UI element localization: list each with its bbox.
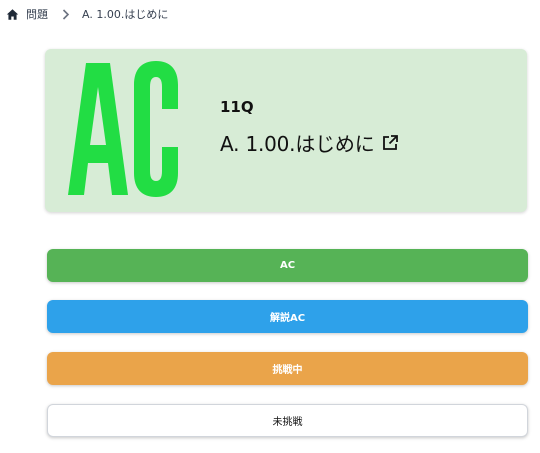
trying-button[interactable]: 挑戦中 (47, 352, 528, 385)
home-icon[interactable] (6, 8, 19, 21)
ac-status-logo (66, 59, 192, 199)
problem-title-row: A. 1.00.はじめに (220, 128, 399, 157)
breadcrumb: 問題 A. 1.00.はじめに (6, 5, 168, 23)
problem-level: 11Q (220, 98, 254, 116)
breadcrumb-current: A. 1.00.はじめに (82, 8, 169, 21)
problem-title: A. 1.00.はじめに (220, 132, 375, 156)
explained-ac-button[interactable]: 解説AC (47, 300, 528, 333)
not-tried-button[interactable]: 未挑戦 (47, 404, 528, 437)
external-link-icon[interactable] (381, 134, 399, 152)
result-card: 11Q A. 1.00.はじめに (45, 49, 527, 212)
breadcrumb-problems-link[interactable]: 問題 (26, 6, 48, 22)
chevron-right-icon (62, 8, 70, 20)
problem-page: 問題 A. 1.00.はじめに 11Q A. 1.00.はじめに AC 解説AC… (0, 0, 540, 453)
ac-button[interactable]: AC (47, 249, 528, 282)
